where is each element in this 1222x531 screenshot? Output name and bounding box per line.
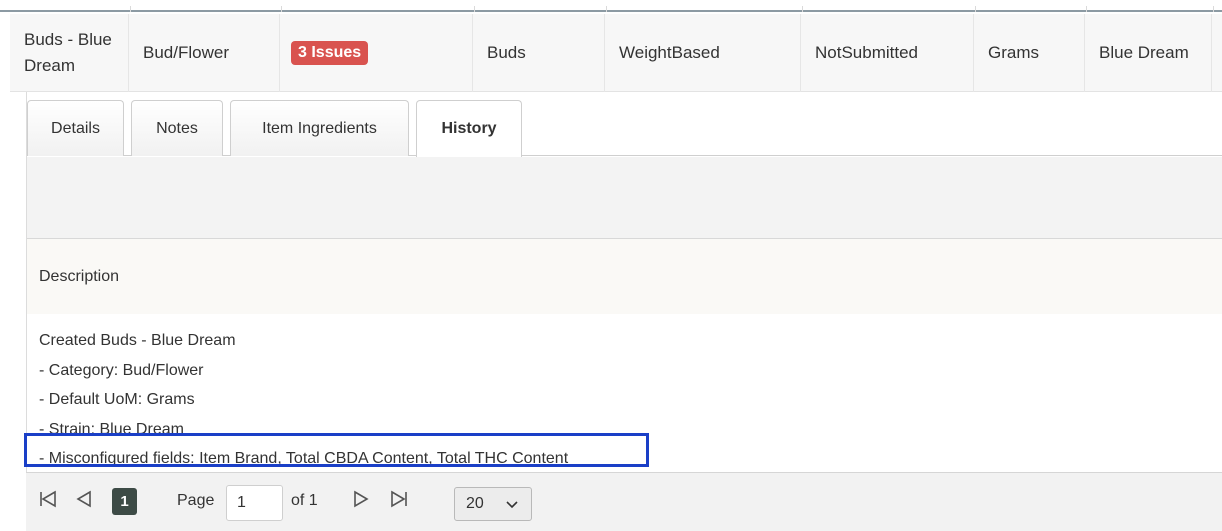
tab-item-ingredients[interactable]: Item Ingredients <box>230 100 409 156</box>
next-page-icon[interactable] <box>353 489 369 515</box>
column-tick <box>975 6 976 12</box>
column-tick <box>130 6 131 12</box>
column-tick <box>474 6 475 12</box>
chevron-down-icon <box>505 494 519 519</box>
strain-cell: Blue Dream <box>1085 14 1212 92</box>
column-tick <box>1086 6 1087 12</box>
column-tick <box>1213 6 1214 12</box>
grid-pager: 1 Page of 1 20 <box>26 472 1222 531</box>
last-page-icon[interactable] <box>390 489 408 515</box>
description-column-header[interactable]: Description <box>27 239 1222 314</box>
top-border <box>0 0 1222 12</box>
column-tick <box>281 6 282 12</box>
current-page-button[interactable]: 1 <box>112 488 137 515</box>
column-tick <box>606 6 607 12</box>
history-line: - Category: Bud/Flower <box>39 361 204 379</box>
quantity-type-cell: WeightBased <box>605 14 801 92</box>
item-table-row[interactable]: Buds - Blue Dream Bud/Flower 3 Issues Bu… <box>10 14 1222 92</box>
status-cell: NotSubmitted <box>801 14 974 92</box>
detail-tabs: Details Notes Item Ingredients History <box>27 100 1222 157</box>
prev-page-icon[interactable] <box>76 489 92 515</box>
history-grid-toolbar <box>27 157 1222 239</box>
category-cell: Bud/Flower <box>129 14 280 92</box>
issues-cell: 3 Issues <box>280 14 473 92</box>
page-size-value: 20 <box>466 495 484 512</box>
issues-badge[interactable]: 3 Issues <box>291 41 369 65</box>
uom-cell: Grams <box>974 14 1085 92</box>
highlight-box <box>24 433 649 467</box>
page-size-select[interactable]: 20 <box>454 487 532 521</box>
tab-history[interactable]: History <box>416 100 522 157</box>
item-name-cell: Buds - Blue Dream <box>10 14 129 92</box>
column-tick <box>802 6 803 12</box>
history-line: Created Buds - Blue Dream <box>39 332 236 349</box>
page-count-label: of 1 <box>291 492 318 509</box>
tab-details[interactable]: Details <box>27 100 124 156</box>
item-type-cell: Buds <box>473 14 605 92</box>
first-page-icon[interactable] <box>39 489 57 515</box>
history-line: - Default UoM: Grams <box>39 391 195 408</box>
page-label: Page <box>177 492 215 509</box>
tab-notes[interactable]: Notes <box>131 100 223 156</box>
page-number-input[interactable] <box>226 485 283 521</box>
row-end-cell <box>1212 14 1222 92</box>
